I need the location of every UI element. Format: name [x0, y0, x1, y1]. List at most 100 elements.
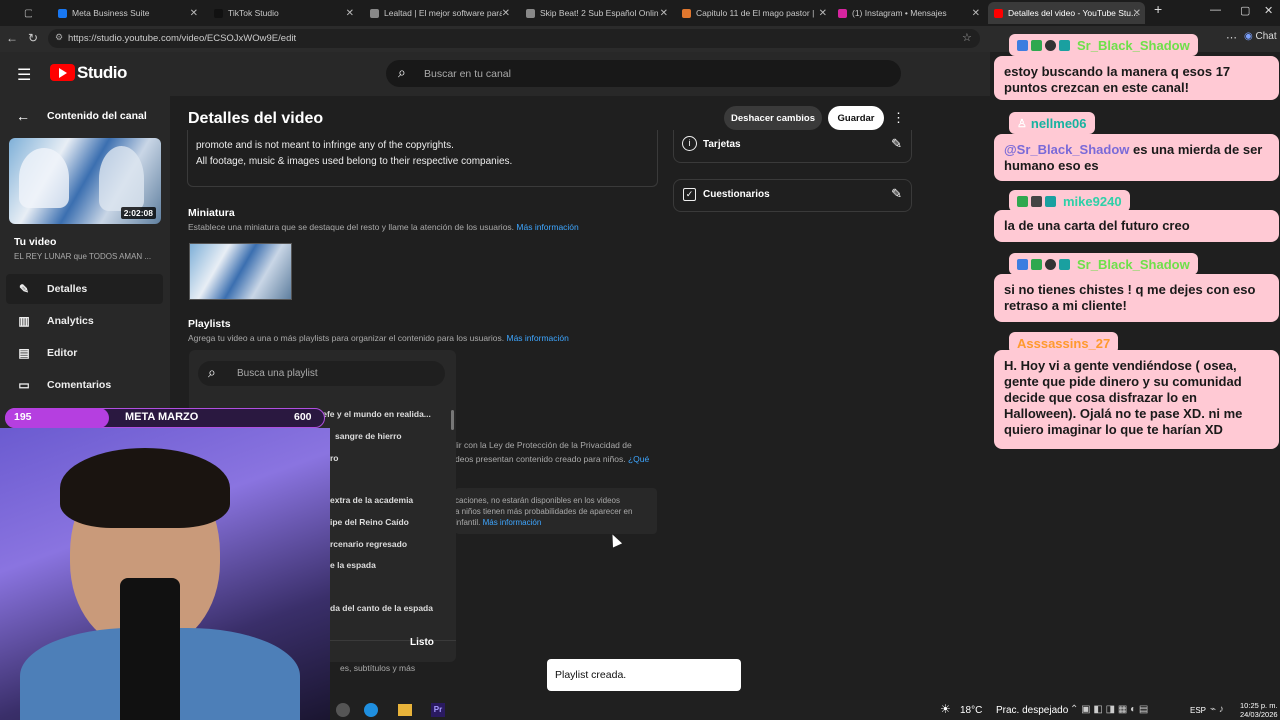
badge-icon: [1017, 258, 1028, 270]
tab-6-active[interactable]: Detalles del video - YouTube Stu... ✕: [988, 2, 1145, 24]
chat-username-tag: mike9240: [1009, 190, 1130, 212]
language-indicator[interactable]: ESP: [1190, 706, 1206, 715]
chat-username-tag: Sr_Black_Shadow: [1009, 34, 1198, 56]
minimize-icon[interactable]: —: [1210, 4, 1221, 16]
close-icon[interactable]: ✕: [1133, 8, 1141, 19]
webcam-overlay: [0, 428, 330, 720]
more-info-link[interactable]: Más información: [483, 518, 542, 527]
reload-icon[interactable]: ↻: [28, 31, 38, 45]
new-tab-icon[interactable]: +: [1154, 1, 1162, 17]
playlist-item[interactable]: e la espada: [330, 560, 376, 570]
chat-button[interactable]: ◉ Chat: [1244, 31, 1277, 42]
close-icon[interactable]: ✕: [660, 8, 668, 19]
playlist-item[interactable]: da del canto de la espada: [330, 603, 433, 613]
tab-actions-icon[interactable]: ▢: [24, 2, 32, 24]
playlist-item[interactable]: ipe del Reino Caído: [330, 517, 409, 527]
more-options-icon[interactable]: ⋮: [892, 110, 905, 126]
scrollbar[interactable]: [451, 410, 454, 430]
window-close-icon[interactable]: ✕: [1264, 4, 1273, 17]
badge-icon: [1045, 39, 1056, 51]
edge-icon[interactable]: [364, 703, 378, 717]
thumbnail-figure: [99, 146, 144, 211]
more-info-link[interactable]: Más información: [516, 222, 578, 232]
tab-favicon: [682, 8, 691, 18]
back-arrow-icon[interactable]: ←: [16, 108, 30, 124]
chat-username: nellme06: [1030, 115, 1087, 131]
tab-4[interactable]: Capitulo 11 de El mago pastor | ... ✕: [676, 2, 831, 24]
network-icon[interactable]: ⌁ ♪: [1210, 704, 1224, 715]
maximize-icon[interactable]: ▢: [1240, 4, 1250, 17]
tab-1[interactable]: TikTok Studio ✕: [208, 2, 358, 24]
chat-username: Sr_Black_Shadow: [1077, 256, 1190, 272]
weather-temp: 18°C: [960, 705, 983, 716]
chat-username-tag: ♙ nellme06: [1009, 112, 1095, 134]
sidebar-item-label: Detalles: [47, 283, 88, 295]
edit-pencil-icon[interactable]: ✎: [891, 136, 902, 152]
tab-label: TikTok Studio: [228, 8, 279, 18]
chat-message: @Sr_Black_Shadow es una mierda de ser hu…: [994, 134, 1279, 181]
goal-current: 195: [14, 411, 32, 423]
quizzes-panel[interactable]: ✓ Cuestionarios ✎: [673, 179, 912, 212]
playlist-item[interactable]: ro: [330, 453, 339, 463]
channel-content-link[interactable]: Contenido del canal: [47, 110, 147, 122]
streamer-hair: [60, 448, 230, 528]
thumbnail-heading: Miniatura: [188, 207, 235, 219]
search-icon: ⌕: [208, 364, 216, 380]
sidebar-item-details[interactable]: ✎ Detalles: [6, 274, 163, 304]
close-icon[interactable]: ✕: [502, 8, 510, 19]
edit-pencil-icon[interactable]: ✎: [891, 186, 902, 202]
tab-3[interactable]: Skip Beat! 2 Sub Español Online ...✕: [520, 2, 672, 24]
chat-message: estoy buscando la manera q esos 17 punto…: [994, 56, 1279, 100]
playlist-item[interactable]: extra de la academia: [330, 495, 413, 505]
chat-message: la de una carta del futuro creo: [994, 210, 1279, 242]
badge-icon: [1017, 39, 1028, 51]
copilot-icon: ◉: [1244, 31, 1253, 42]
tab-favicon: [370, 8, 379, 18]
youtube-logo-icon[interactable]: [50, 64, 75, 81]
description-line: All footage, music & images used belong …: [196, 156, 513, 167]
tab-2[interactable]: Lealtad | El mejor software para ... ✕: [364, 2, 514, 24]
thumbnail-option[interactable]: [189, 243, 292, 300]
badge-icon: [1045, 195, 1056, 207]
save-button[interactable]: Guardar: [828, 106, 884, 130]
clock[interactable]: 10:25 p. m. 24/03/2026: [1240, 701, 1278, 719]
premiere-icon[interactable]: Pr: [431, 703, 445, 717]
close-icon[interactable]: ✕: [190, 8, 198, 19]
thumbnail-desc-text: Establece una miniatura que se destaque …: [188, 222, 515, 232]
tab-favicon: [526, 8, 535, 18]
playlist-item[interactable]: sangre de hierro: [335, 431, 402, 441]
playlist-item[interactable]: rcenario regresado: [330, 539, 407, 549]
badge-icon: [1031, 39, 1042, 51]
audience-line: lir con la Ley de Protección de la Priva…: [455, 440, 632, 450]
sidebar-item-analytics[interactable]: ▥ Analytics: [6, 306, 163, 336]
channel-search-input[interactable]: ⌕ Buscar en tu canal: [386, 60, 901, 87]
done-button[interactable]: Listo: [410, 637, 434, 648]
bookmark-star-icon[interactable]: ☆: [962, 31, 972, 44]
close-icon[interactable]: ✕: [346, 8, 354, 19]
video-thumbnail[interactable]: 2:02:08: [9, 138, 161, 224]
sidebar-item-label: Analytics: [47, 315, 94, 327]
what-link[interactable]: ¿Qué: [628, 454, 649, 464]
undo-changes-button[interactable]: Deshacer cambios: [724, 106, 822, 130]
folder-icon[interactable]: [398, 704, 412, 716]
more-info-link[interactable]: Más información: [506, 333, 568, 343]
description-box[interactable]: promote and is not meant to infringe any…: [187, 130, 658, 187]
playlist-search-placeholder: Busca una playlist: [237, 368, 318, 379]
playlist-search-input[interactable]: ⌕ Busca una playlist: [198, 361, 445, 386]
studio-logo-text: Studio: [77, 63, 127, 82]
windows-taskbar: Pr ☀ 18°C Prac. despejado ⌃ ▣ ◧ ◨ ▦ ◐ ▤ …: [330, 700, 1280, 720]
close-icon[interactable]: ✕: [819, 8, 827, 19]
cards-panel[interactable]: i Tarjetas ✎: [673, 130, 912, 163]
close-icon[interactable]: ✕: [972, 8, 980, 19]
back-arrow-icon[interactable]: ←: [6, 31, 18, 45]
tab-5[interactable]: (1) Instagram • Mensajes ✕: [832, 2, 984, 24]
more-dots-icon[interactable]: ⋯: [1226, 31, 1237, 44]
sidebar-item-editor[interactable]: ▤ Editor: [6, 338, 163, 368]
search-icon: ⌕: [398, 64, 406, 80]
site-info-icon[interactable]: ⚙: [55, 32, 63, 43]
system-tray-icons[interactable]: ⌃ ▣ ◧ ◨ ▦ ◐ ▤: [1070, 704, 1148, 715]
menu-icon[interactable]: ☰: [17, 65, 31, 85]
tab-0[interactable]: Meta Business Suite ✕: [52, 2, 202, 24]
sidebar-item-comments[interactable]: ▭ Comentarios: [6, 370, 163, 400]
app-icon[interactable]: [336, 703, 350, 717]
